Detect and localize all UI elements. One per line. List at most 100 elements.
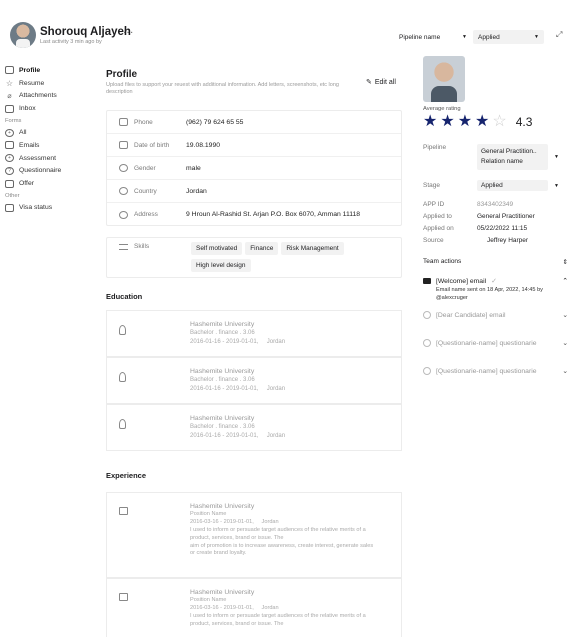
field-value: 19.08.1990 xyxy=(186,141,221,149)
field-label: Gender xyxy=(134,164,156,172)
sidebar-item-label: Offer xyxy=(19,180,34,188)
sort-icon: ⇕ xyxy=(562,259,568,266)
sidebar-item-label: Resume xyxy=(19,79,45,87)
rating[interactable]: ★ ★ ★ ★ ☆ 4.3 xyxy=(423,114,568,130)
profile-fields-card: Phone (962) 79 624 65 55 Date of birth 1… xyxy=(106,110,402,226)
app-id-label: APP ID xyxy=(423,201,445,208)
sidebar-item-inbox[interactable]: Inbox xyxy=(5,102,90,115)
sidebar-item-questionnaire[interactable]: ? Questionnaire xyxy=(5,165,90,178)
sidebar-item-all[interactable]: + All xyxy=(5,126,90,139)
experience-company: Hashemite University xyxy=(190,589,255,596)
education-item[interactable]: Hashemite University Bachelor . finance … xyxy=(106,357,402,404)
education-item[interactable]: Hashemite University Bachelor . finance … xyxy=(106,310,402,357)
profile-icon xyxy=(5,66,14,75)
sidebar-item-emails[interactable]: Emails xyxy=(5,139,90,152)
pending-icon xyxy=(423,339,431,347)
sidebar-item-assessment[interactable]: + Assessment xyxy=(5,152,90,165)
sidebar-section-forms: Forms xyxy=(5,117,22,124)
edit-all-label: Edit all xyxy=(374,78,396,86)
experience-location: Jordan xyxy=(261,518,279,525)
field-value: 9 Hroun Al-Rashid St. Arjan P.O. Box 607… xyxy=(186,211,361,218)
chevron-down-icon: ▼ xyxy=(534,34,539,40)
skill-chip[interactable]: Finance xyxy=(245,242,279,255)
education-dates: 2016-01-16 - 2019-01-01, xyxy=(190,432,259,439)
action-item[interactable]: [Welcome] email ✓ Email name sent on 18 … xyxy=(423,277,568,302)
experience-position: Position Name xyxy=(190,596,227,603)
chevron-down-icon[interactable]: ⌄ xyxy=(562,367,568,375)
experience-description: I used to inform or persuade target audi… xyxy=(190,526,366,533)
phone-icon xyxy=(119,118,128,126)
award-icon xyxy=(119,325,126,335)
skill-chip[interactable]: High level design xyxy=(191,259,251,272)
applied-on-label: Applied on xyxy=(423,225,454,232)
star-filled-icon[interactable]: ★ xyxy=(440,114,454,130)
field-gender[interactable]: Gender male xyxy=(107,157,401,180)
star-filled-icon[interactable]: ★ xyxy=(423,114,437,130)
field-label: Date of birth xyxy=(134,141,170,149)
stage-select-label: Applied xyxy=(478,33,500,41)
expand-icon[interactable]: ⤢ xyxy=(556,30,562,40)
gender-icon xyxy=(119,164,128,172)
experience-item[interactable]: Hashemite University Position Name 2016-… xyxy=(106,492,402,578)
skill-chip[interactable]: Self motivated xyxy=(191,242,243,255)
header: Shorouq Aljayeh ... Last activity 3 min … xyxy=(0,0,574,52)
chevron-down-icon: ▼ xyxy=(554,182,559,189)
applied-on-value: 05/22/2022 11:15 xyxy=(477,225,528,232)
edit-all-button[interactable]: ✎ Edit all xyxy=(366,78,396,87)
field-phone[interactable]: Phone (962) 79 624 65 55 xyxy=(107,111,401,134)
team-actions-header[interactable]: Team actions ⇕ xyxy=(423,258,568,266)
visa-icon xyxy=(5,203,14,212)
experience-position: Position Name xyxy=(190,510,227,517)
chevron-down-icon[interactable]: ⌄ xyxy=(562,311,568,319)
pending-icon xyxy=(423,311,431,319)
action-item[interactable]: [Questionarie-name] questionarie ⌄ xyxy=(423,367,568,375)
field-date-of-birth[interactable]: Date of birth 19.08.1990 xyxy=(107,134,401,157)
sidebar-item-visa-status[interactable]: Visa status xyxy=(5,201,90,214)
pipeline-dropdown[interactable]: General Practition.. Relation name xyxy=(477,144,548,170)
sidebar-item-offer[interactable]: Offer xyxy=(5,177,90,190)
applied-to-label: Applied to xyxy=(423,213,452,220)
sidebar-item-label: Profile xyxy=(19,66,41,74)
stage-value: Applied xyxy=(481,182,503,189)
pipeline-select[interactable]: Pipeline name ▼ xyxy=(399,31,467,43)
experience-dates: 2016-03-16 - 2019-01-01, xyxy=(190,518,254,525)
action-item[interactable]: [Dear Candidate] email ⌄ xyxy=(423,311,568,319)
app-id-value: 8343402349 xyxy=(477,201,514,208)
source-value: Jeffrey Harper xyxy=(487,237,529,244)
more-options-icon[interactable]: ... xyxy=(123,24,134,36)
skills-card: Skills Self motivated Finance Risk Manag… xyxy=(106,237,402,278)
education-school: Hashemite University xyxy=(190,321,255,328)
star-filled-icon[interactable]: ★ xyxy=(458,114,472,130)
action-item[interactable]: [Questionarie-name] questionarie ⌄ xyxy=(423,339,568,347)
applied-to-row: Applied to General Practitioner xyxy=(423,213,568,220)
profile-header: Profile Upload files to support your reu… xyxy=(106,69,402,96)
action-label: [Dear Candidate] email xyxy=(436,311,506,319)
chevron-up-icon[interactable]: ⌃ xyxy=(562,277,568,285)
experience-company: Hashemite University xyxy=(190,503,255,510)
mail-icon xyxy=(423,278,431,284)
plus-circle-icon: + xyxy=(5,128,14,137)
stage-select[interactable]: Applied ▼ xyxy=(473,30,544,44)
check-icon: ✓ xyxy=(491,278,497,285)
experience-item[interactable]: Hashemite University Position Name 2016-… xyxy=(106,578,402,637)
stage-dropdown[interactable]: Applied xyxy=(477,180,548,191)
field-value: (962) 79 624 65 55 xyxy=(186,118,244,126)
chevron-down-icon[interactable]: ⌄ xyxy=(562,339,568,347)
star-filled-icon[interactable]: ★ xyxy=(475,114,489,130)
skill-chip[interactable]: Risk Management xyxy=(281,242,344,255)
source-label: Source xyxy=(423,237,444,244)
experience-dates: 2016-03-16 - 2019-01-01, xyxy=(190,604,254,611)
star-empty-icon[interactable]: ☆ xyxy=(492,114,506,130)
sidebar: Profile ☆ Resume ⌀ Attachments Inbox For… xyxy=(5,64,90,214)
education-degree: Bachelor . finance . 3.06 xyxy=(190,330,255,337)
sidebar-item-profile[interactable]: Profile xyxy=(5,64,90,77)
field-address[interactable]: Address 9 Hroun Al-Rashid St. Arjan P.O.… xyxy=(107,203,401,226)
field-country[interactable]: Country Jordan xyxy=(107,180,401,203)
sidebar-item-attachments[interactable]: ⌀ Attachments xyxy=(5,90,90,103)
sidebar-item-resume[interactable]: ☆ Resume xyxy=(5,77,90,90)
page-title: Profile xyxy=(106,69,138,80)
source-row: Source Jeffrey Harper xyxy=(423,237,568,244)
sidebar-item-label: Visa status xyxy=(19,204,53,212)
education-item[interactable]: Hashemite University Bachelor . finance … xyxy=(106,404,402,451)
plus-circle-icon: + xyxy=(5,154,14,163)
